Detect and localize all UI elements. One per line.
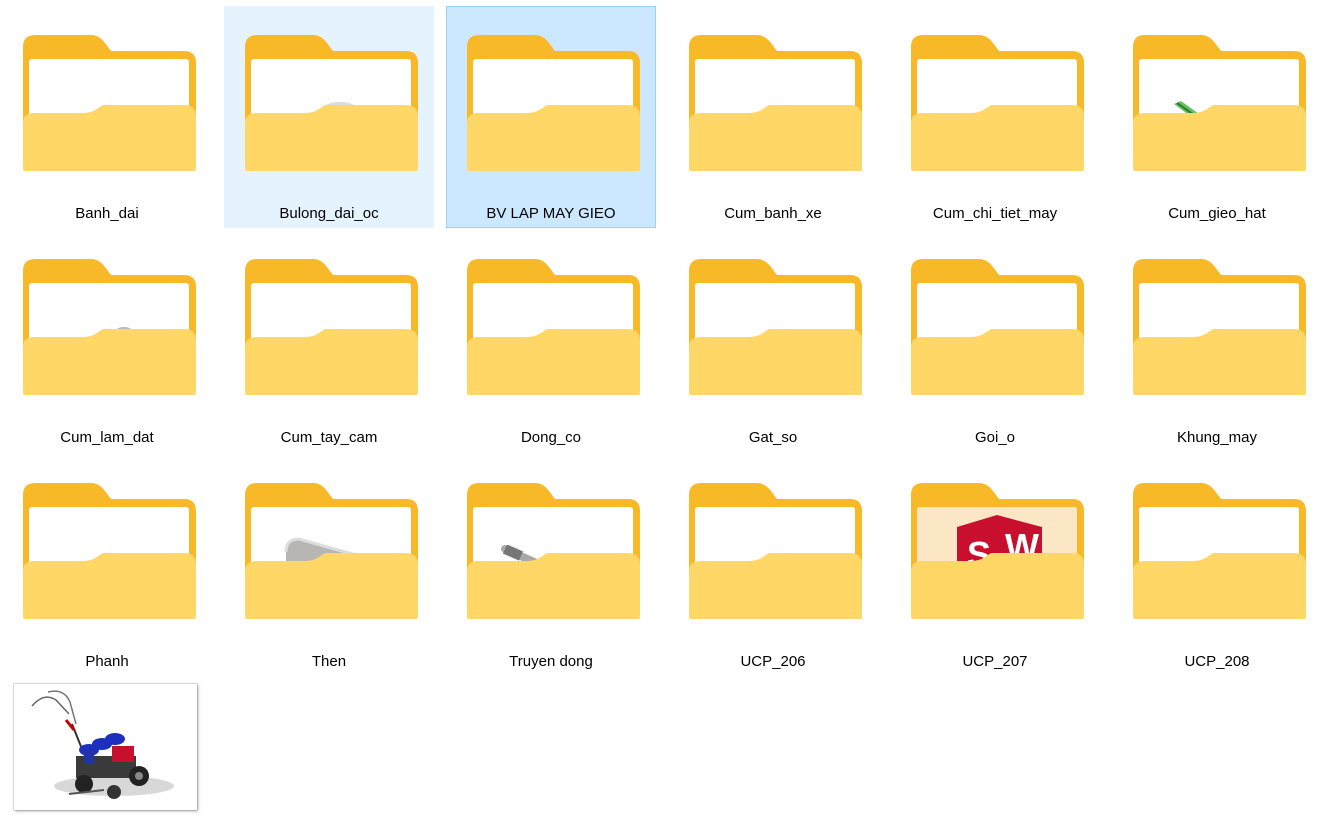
folder-item[interactable]: Then <box>224 454 434 676</box>
folder-label: UCP_207 <box>962 653 1028 670</box>
folder-label: Cum_banh_xe <box>724 205 822 222</box>
folder-label: UCP_208 <box>1184 653 1250 670</box>
folder-icon <box>245 35 418 171</box>
folder-icon <box>245 259 418 395</box>
folder-label: Truyen dong <box>509 653 593 670</box>
seeder-machine-preview <box>31 690 174 799</box>
folder-item[interactable]: Phanh <box>2 454 212 676</box>
folder-item[interactable]: UCP_206 <box>668 454 878 676</box>
folder-label: Khung_may <box>1176 429 1258 446</box>
seeder-file-thumbnail[interactable] <box>14 684 197 810</box>
folder-label: Phanh <box>85 653 129 670</box>
folder-icon <box>911 259 1084 395</box>
folder-icon <box>1133 259 1306 395</box>
folder-item[interactable]: Goi_o <box>890 230 1100 452</box>
folder-icon <box>689 483 862 619</box>
folder-icon <box>245 483 418 619</box>
folder-item[interactable]: Cum_lam_dat <box>2 230 212 452</box>
folder-label: Then <box>311 653 347 670</box>
folder-item[interactable]: Cum_tay_cam <box>224 230 434 452</box>
folder-icon <box>23 483 196 619</box>
folder-item[interactable]: Khung_may <box>1112 230 1322 452</box>
folder-item[interactable]: Cum_gieo_hat <box>1112 6 1322 228</box>
folder-label: Dong_co <box>520 429 582 446</box>
folder-item[interactable]: BV LAP MAY GIEO <box>446 6 656 228</box>
folder-item[interactable]: S W UCP_207 <box>890 454 1100 676</box>
folder-item[interactable]: Dong_co <box>446 230 656 452</box>
folder-item[interactable]: Bulong_dai_oc <box>224 6 434 228</box>
folder-label: Goi_o <box>974 429 1016 446</box>
folder-item[interactable]: Cum_chi_tiet_may <box>890 6 1100 228</box>
folder-icon <box>689 35 862 171</box>
folder-label: BV LAP MAY GIEO <box>486 205 616 222</box>
folder-label: UCP_206 <box>740 653 806 670</box>
folder-item[interactable]: Banh_dai <box>2 6 212 228</box>
folder-icon <box>911 35 1084 171</box>
folder-icon <box>23 259 196 395</box>
folder-icon <box>23 35 196 171</box>
folder-label: Cum_chi_tiet_may <box>932 205 1058 222</box>
folder-label: Bulong_dai_oc <box>279 205 379 222</box>
folder-icon: SW <box>911 483 1084 619</box>
folder-icon <box>467 259 640 395</box>
folder-icon <box>467 483 640 619</box>
folder-label: Cum_gieo_hat <box>1168 205 1266 222</box>
folder-icon <box>1133 483 1306 619</box>
folder-item[interactable]: Gat_so <box>668 230 878 452</box>
folder-icon <box>689 259 862 395</box>
folder-icon <box>467 35 640 171</box>
folder-icon <box>1133 35 1306 171</box>
folder-label: Banh_dai <box>75 205 139 222</box>
folder-label: Cum_lam_dat <box>60 429 154 446</box>
folder-item[interactable]: Cum_banh_xe <box>668 6 878 228</box>
folder-label: Cum_tay_cam <box>280 429 378 446</box>
folder-item[interactable]: UCP_208 <box>1112 454 1322 676</box>
folder-item[interactable]: Truyen dong <box>446 454 656 676</box>
folder-label: Gat_so <box>748 429 798 446</box>
